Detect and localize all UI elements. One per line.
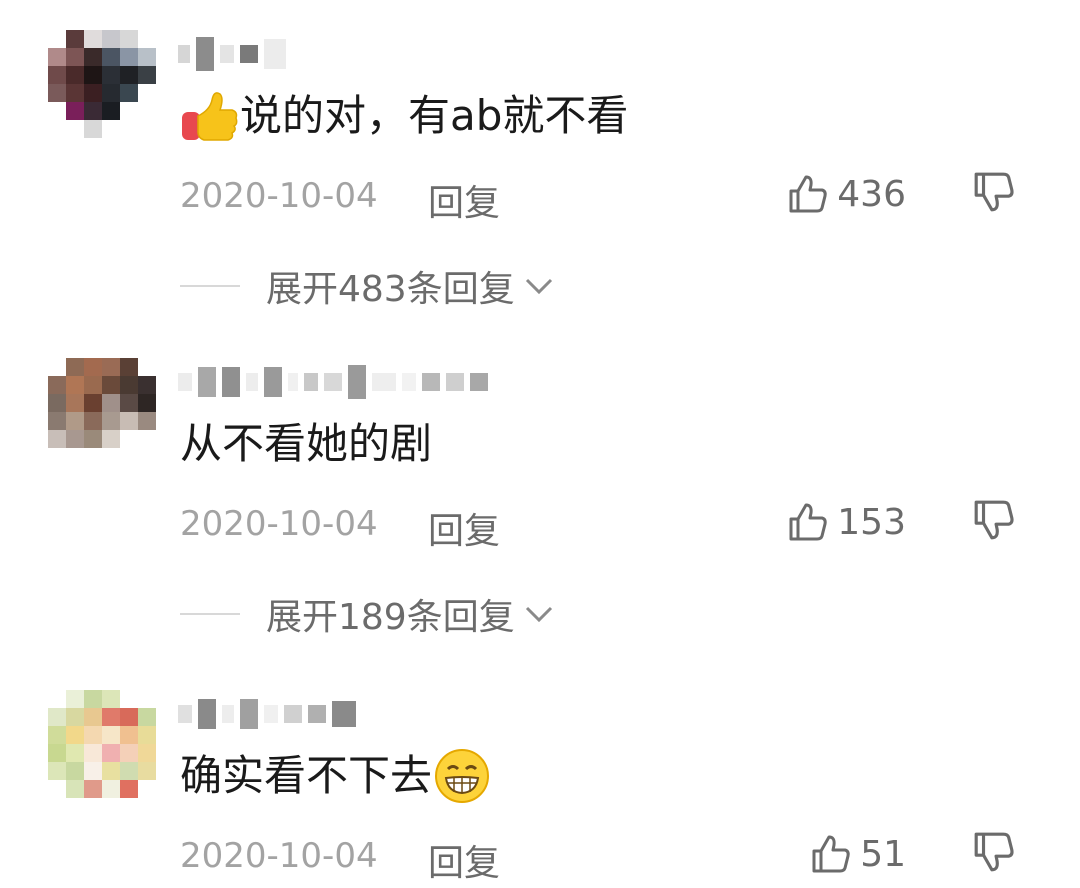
like-button[interactable]: 51 bbox=[810, 830, 906, 878]
comment-body: 从不看她的剧 bbox=[180, 419, 433, 468]
divider bbox=[180, 285, 240, 287]
comment-meta: 2020-10-04 回复 153 bbox=[180, 496, 1040, 556]
chevron-down-icon bbox=[525, 606, 552, 623]
thumbs-up-icon bbox=[789, 503, 827, 541]
comment-item: 从不看她的剧 2020-10-04 回复 153 展开189条回复 bbox=[0, 358, 1080, 648]
chevron-down-icon bbox=[525, 278, 552, 295]
thumbs-down-icon bbox=[974, 500, 1014, 540]
comment-meta: 2020-10-04 回复 436 bbox=[180, 168, 1040, 228]
thumbs-down-icon bbox=[974, 832, 1014, 872]
dislike-button[interactable] bbox=[972, 170, 1020, 218]
like-count: 153 bbox=[837, 501, 906, 543]
comment-text: 从不看她的剧 bbox=[180, 414, 432, 474]
comment-item: 说的对，有ab就不看 2020-10-04 回复 436 展开483条回复 bbox=[0, 30, 1080, 320]
comment-text: 确实看不下去 bbox=[180, 746, 490, 806]
thumbs-down-icon bbox=[974, 172, 1014, 212]
expand-replies-button[interactable]: 展开189条回复 bbox=[180, 586, 555, 642]
divider bbox=[180, 613, 240, 615]
avatar[interactable] bbox=[48, 30, 156, 138]
like-count: 436 bbox=[837, 173, 906, 215]
reply-button[interactable]: 回复 bbox=[428, 502, 500, 554]
thumbs-up-emoji-icon bbox=[182, 92, 238, 141]
expand-replies-button[interactable]: 展开483条回复 bbox=[180, 258, 555, 314]
reply-button[interactable]: 回复 bbox=[428, 834, 500, 886]
comment-item: 确实看不下去 2020-10-04 回复 51 bbox=[0, 690, 1080, 887]
expand-replies-label: 展开189条回复 bbox=[266, 597, 515, 638]
comment-body: 说的对，有ab就不看 bbox=[240, 91, 629, 140]
like-button[interactable]: 436 bbox=[787, 170, 906, 218]
dislike-button[interactable] bbox=[972, 830, 1020, 878]
avatar[interactable] bbox=[48, 690, 156, 798]
comment-date: 2020-10-04 bbox=[180, 836, 378, 876]
like-button[interactable]: 153 bbox=[787, 498, 906, 546]
comment-date: 2020-10-04 bbox=[180, 504, 378, 544]
username-blurred[interactable] bbox=[178, 360, 488, 404]
comment-body: 确实看不下去 bbox=[180, 751, 433, 800]
username-blurred[interactable] bbox=[178, 32, 286, 76]
comment-date: 2020-10-04 bbox=[180, 176, 378, 216]
thumbs-up-icon bbox=[812, 835, 850, 873]
like-count: 51 bbox=[860, 833, 906, 875]
reply-button[interactable]: 回复 bbox=[428, 174, 500, 226]
dislike-button[interactable] bbox=[972, 498, 1020, 546]
username-blurred[interactable] bbox=[178, 692, 356, 736]
comment-text: 说的对，有ab就不看 bbox=[180, 86, 628, 146]
comment-meta: 2020-10-04 回复 51 bbox=[180, 828, 1040, 888]
thumbs-up-icon bbox=[789, 175, 827, 213]
expand-replies-label: 展开483条回复 bbox=[266, 269, 515, 310]
grin-emoji-icon bbox=[435, 749, 490, 803]
avatar[interactable] bbox=[48, 358, 156, 466]
